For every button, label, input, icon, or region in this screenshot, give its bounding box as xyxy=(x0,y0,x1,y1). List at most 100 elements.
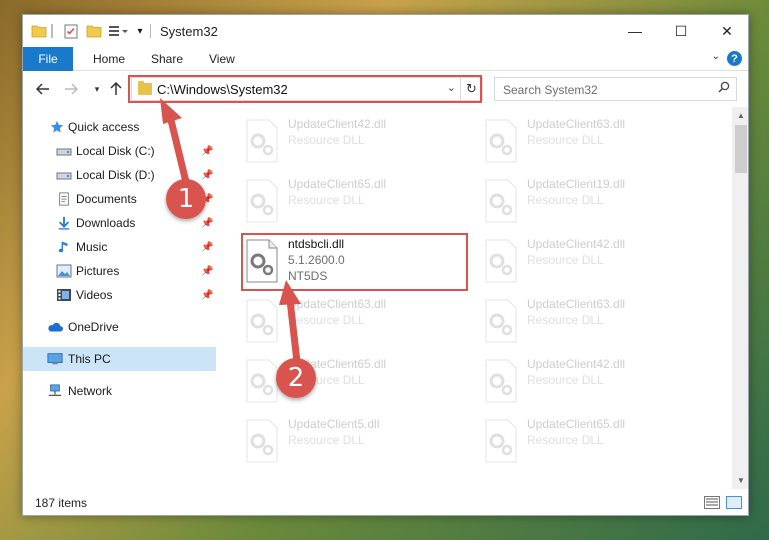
file-description: Resource DLL xyxy=(527,193,604,207)
pin-icon[interactable]: 📌 xyxy=(201,242,213,253)
documents-icon xyxy=(59,192,69,206)
file-description: Resource DLL xyxy=(527,133,604,147)
file-description: Resource DLL xyxy=(527,373,604,387)
search-input[interactable]: Search System32 xyxy=(494,77,737,101)
divider xyxy=(51,24,53,38)
file-name: UpdateClient19.dll xyxy=(527,177,626,191)
nav-item-onedrive[interactable]: OneDrive xyxy=(23,315,216,339)
nav-label: Quick access xyxy=(68,120,140,134)
file-tile[interactable]: UpdateClient42.dll Resource DLL xyxy=(236,113,461,169)
nav-item-pictures[interactable]: Pictures 📌 xyxy=(23,259,216,283)
dll-file-icon xyxy=(485,239,517,283)
file-name: UpdateClient42.dll xyxy=(527,237,626,251)
file-description: Resource DLL xyxy=(288,133,365,147)
file-description: Resource DLL xyxy=(288,193,365,207)
nav-label: Downloads xyxy=(76,216,136,230)
item-count: 187 items xyxy=(35,496,88,510)
pin-icon[interactable]: 📌 xyxy=(201,290,213,301)
close-button[interactable]: ✕ xyxy=(704,15,748,47)
file-tile[interactable]: UpdateClient19.dll Resource DLL xyxy=(475,173,700,229)
pin-icon[interactable]: 📌 xyxy=(201,146,213,157)
navigation-pane: Quick access Local Disk (C:) 📌 Local Dis… xyxy=(23,107,216,489)
dll-file-icon xyxy=(485,179,517,223)
vertical-scrollbar[interactable]: ▲ ▼ xyxy=(732,107,748,489)
nav-item-network[interactable]: Network xyxy=(23,379,216,403)
tab-file[interactable]: File xyxy=(23,47,73,71)
minimize-button[interactable]: — xyxy=(612,15,658,47)
maximize-button[interactable]: ☐ xyxy=(658,15,704,47)
callout-2: 2 xyxy=(276,358,316,398)
file-name: UpdateClient63.dll xyxy=(288,297,387,311)
back-button[interactable] xyxy=(33,79,53,99)
file-tile[interactable]: UpdateClient63.dll Resource DLL xyxy=(475,113,700,169)
expand-ribbon-icon[interactable]: ⌄ xyxy=(712,51,720,62)
forward-button[interactable] xyxy=(61,79,81,99)
dll-file-icon xyxy=(246,179,278,223)
scroll-down-button[interactable]: ▼ xyxy=(732,472,748,489)
scroll-thumb[interactable] xyxy=(735,125,747,173)
download-icon xyxy=(58,216,70,230)
large-icons-view-icon[interactable] xyxy=(726,496,742,509)
arrow-up-icon xyxy=(110,82,122,95)
chevron-down-icon[interactable]: ▾ xyxy=(135,23,145,39)
file-tile[interactable]: UpdateClient65.dll Resource DLL xyxy=(475,413,700,469)
title-bar: ▾ System32 — ☐ ✕ xyxy=(23,15,748,47)
file-tile[interactable]: UpdateClient42.dll Resource DLL xyxy=(475,233,700,289)
pin-icon[interactable]: 📌 xyxy=(201,266,213,277)
drive-icon xyxy=(56,172,72,180)
nav-label: Pictures xyxy=(76,264,120,278)
file-name: UpdateClient42.dll xyxy=(288,117,387,131)
search-icon[interactable] xyxy=(718,81,730,96)
status-bar: 187 items xyxy=(23,489,748,515)
nav-item-videos[interactable]: Videos 📌 xyxy=(23,283,216,307)
file-highlight-box xyxy=(241,233,468,291)
nav-label: This PC xyxy=(68,352,111,366)
customize-toolbar-icon[interactable] xyxy=(107,23,131,39)
ribbon-tabs: File Home Share View ⌄ ? xyxy=(23,47,748,71)
network-icon xyxy=(48,384,62,396)
file-tile[interactable]: UpdateClient5.dll Resource DLL xyxy=(236,413,461,469)
pictures-icon xyxy=(56,264,72,278)
file-tile[interactable]: UpdateClient65.dll Resource DLL xyxy=(236,173,461,229)
nav-item-local-disk-c[interactable]: Local Disk (C:) 📌 xyxy=(23,139,216,163)
file-tile[interactable]: UpdateClient42.dll Resource DLL xyxy=(475,353,700,409)
details-view-icon[interactable] xyxy=(704,496,720,509)
scroll-up-button[interactable]: ▲ xyxy=(732,107,748,124)
new-folder-icon[interactable] xyxy=(86,23,102,39)
help-icon[interactable]: ? xyxy=(727,51,742,66)
file-tile[interactable]: UpdateClient63.dll Resource DLL xyxy=(236,293,461,349)
nav-label: Music xyxy=(76,240,108,254)
file-description: Resource DLL xyxy=(288,433,365,447)
tab-share[interactable]: Share xyxy=(151,47,183,71)
pin-icon[interactable]: 📌 xyxy=(201,170,213,181)
videos-icon xyxy=(57,289,71,301)
nav-label: OneDrive xyxy=(68,320,119,334)
nav-item-quick-access[interactable]: Quick access xyxy=(23,115,216,139)
drive-icon xyxy=(56,148,72,156)
divider xyxy=(150,24,151,38)
nav-label: Local Disk (C:) xyxy=(76,144,155,158)
file-name: UpdateClient63.dll xyxy=(527,117,626,131)
nav-label: Local Disk (D:) xyxy=(76,168,155,182)
nav-item-music[interactable]: Music 📌 xyxy=(23,235,216,259)
file-name: UpdateClient65.dll xyxy=(527,417,626,431)
address-row: ▾ C:\Windows\System32 ⌄ ↻ Search System3… xyxy=(23,71,748,107)
recent-locations-button[interactable]: ▾ xyxy=(87,79,107,99)
file-description: Resource DLL xyxy=(527,253,604,267)
dll-file-icon xyxy=(485,359,517,403)
dll-file-icon xyxy=(246,359,278,403)
properties-icon[interactable] xyxy=(63,23,79,39)
file-description: Resource DLL xyxy=(288,313,365,327)
pin-icon[interactable]: 📌 xyxy=(201,218,213,229)
tab-home[interactable]: Home xyxy=(93,47,125,71)
tab-view[interactable]: View xyxy=(209,47,235,71)
dll-file-icon xyxy=(485,299,517,343)
nav-item-this-pc[interactable]: This PC xyxy=(23,347,216,371)
file-list: UpdateClient42.dll Resource DLL UpdateCl… xyxy=(216,107,732,489)
address-highlight-box xyxy=(128,75,482,103)
nav-label: Videos xyxy=(76,288,113,302)
up-button[interactable] xyxy=(106,79,126,99)
file-tile[interactable]: UpdateClient65.dll Resource DLL xyxy=(236,353,461,409)
dll-file-icon xyxy=(246,299,278,343)
file-tile[interactable]: UpdateClient63.dll Resource DLL xyxy=(475,293,700,349)
